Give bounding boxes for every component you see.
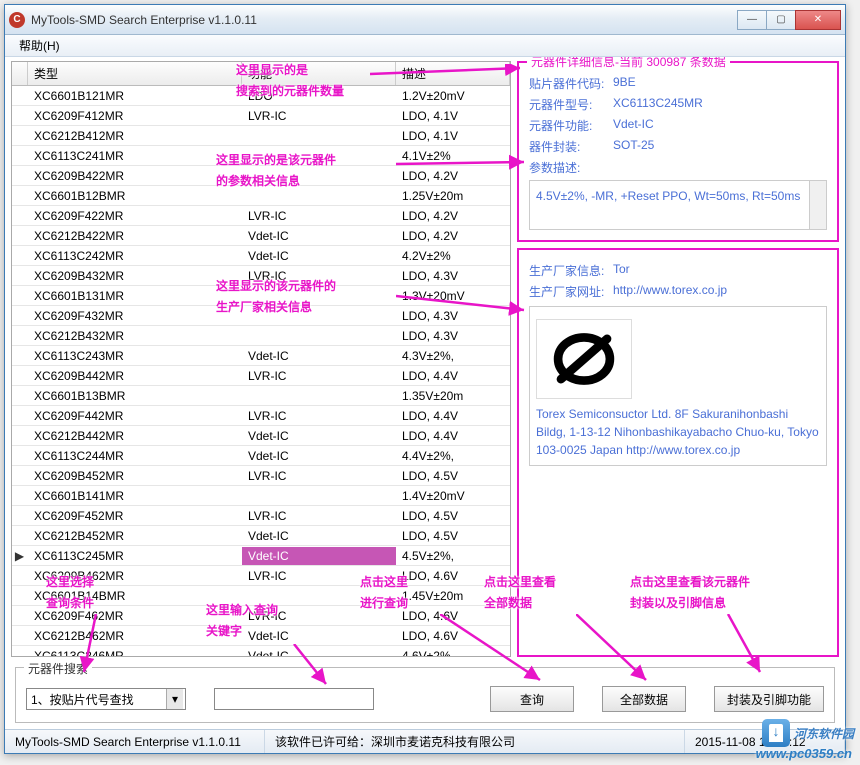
model-value: XC6113C245MR bbox=[613, 96, 827, 113]
mfr-url-value[interactable]: http://www.torex.co.jp bbox=[613, 283, 827, 300]
mfr-url-label: 生产厂家网址: bbox=[529, 283, 613, 300]
app-icon: C bbox=[9, 12, 25, 28]
watermark-url: www.pc0359.cn bbox=[756, 746, 852, 761]
table-row[interactable]: XC6209B452MRLVR-ICLDO, 4.5V bbox=[12, 466, 510, 486]
table-header: 类型 功能 描述 bbox=[12, 62, 510, 86]
table-row[interactable]: XC6209F462MRLVR-ICLDO, 4.6V bbox=[12, 606, 510, 626]
table-row[interactable]: XC6209B442MRLVR-ICLDO, 4.4V bbox=[12, 366, 510, 386]
detail-legend: 元器件详细信息-当前 300987 条数据 bbox=[527, 57, 730, 70]
table-row[interactable]: XC6209B462MRLVR-ICLDO, 4.6V bbox=[12, 566, 510, 586]
table-row[interactable]: XC6209F442MRLVR-ICLDO, 4.4V bbox=[12, 406, 510, 426]
table-row[interactable]: XC6601B121MRLDO1.2V±20mV bbox=[12, 86, 510, 106]
table-row[interactable]: XC6209F422MRLVR-ICLDO, 4.2V bbox=[12, 206, 510, 226]
param-box[interactable]: 4.5V±2%, -MR, +Reset PPO, Wt=50ms, Rt=50… bbox=[529, 180, 827, 230]
table-row[interactable]: XC6601B131MR1.3V±20mV bbox=[12, 286, 510, 306]
col-type[interactable]: 类型 bbox=[28, 62, 242, 85]
table-row[interactable]: XC6209B422MRLDO, 4.2V bbox=[12, 166, 510, 186]
status-mid: 该软件已许可给：深圳市麦诺克科技有限公司 bbox=[265, 730, 685, 753]
pkg-value: SOT-25 bbox=[613, 138, 827, 155]
param-label: 参数描述: bbox=[529, 159, 613, 176]
search-group: 元器件搜索 1、按贴片代号查找 查询 全部数据 封装及引脚功能 bbox=[15, 667, 835, 723]
table-row[interactable]: XC6113C241MR4.1V±2% bbox=[12, 146, 510, 166]
col-func[interactable]: 功能 bbox=[242, 62, 396, 85]
table-row[interactable]: XC6113C243MRVdet-IC4.3V±2%, bbox=[12, 346, 510, 366]
manufacturer-logo bbox=[536, 319, 632, 399]
maximize-button[interactable]: ▢ bbox=[766, 10, 796, 30]
query-button[interactable]: 查询 bbox=[490, 686, 574, 712]
search-type-combo[interactable]: 1、按贴片代号查找 bbox=[26, 688, 186, 710]
table-row[interactable]: XC6212B452MRVdet-ICLDO, 4.5V bbox=[12, 526, 510, 546]
table-row[interactable]: XC6601B13BMR1.35V±20m bbox=[12, 386, 510, 406]
table-row[interactable]: XC6212B442MRVdet-ICLDO, 4.4V bbox=[12, 426, 510, 446]
table-row[interactable]: XC6113C242MRVdet-IC4.2V±2% bbox=[12, 246, 510, 266]
table-row[interactable]: XC6212B432MRLDO, 4.3V bbox=[12, 326, 510, 346]
search-input[interactable] bbox=[214, 688, 374, 710]
table-row[interactable]: XC6209F452MRLVR-ICLDO, 4.5V bbox=[12, 506, 510, 526]
col-desc[interactable]: 描述 bbox=[396, 62, 510, 85]
mfr-info-value: Tor bbox=[613, 262, 827, 279]
table-row[interactable]: XC6113C246MRVdet-IC4.6V±2%, bbox=[12, 646, 510, 657]
table-row[interactable]: ▶XC6113C245MRVdet-IC4.5V±2%, bbox=[12, 546, 510, 566]
status-left: MyTools-SMD Search Enterprise v1.1.0.11 bbox=[5, 730, 265, 753]
minimize-button[interactable]: — bbox=[737, 10, 767, 30]
detail-group: 元器件详细信息-当前 300987 条数据 贴片器件代码:9BE 元器件型号:X… bbox=[517, 61, 839, 242]
table-row[interactable]: XC6601B14BMR1.45V±20m bbox=[12, 586, 510, 606]
func-label: 元器件功能: bbox=[529, 117, 613, 134]
table-row[interactable]: XC6209B432MRLVR-ICLDO, 4.3V bbox=[12, 266, 510, 286]
menubar: 帮助(H) bbox=[5, 35, 845, 57]
titlebar[interactable]: C MyTools-SMD Search Enterprise v1.1.0.1… bbox=[5, 5, 845, 35]
table-row[interactable]: XC6601B141MR1.4V±20mV bbox=[12, 486, 510, 506]
statusbar: MyTools-SMD Search Enterprise v1.1.0.11 … bbox=[5, 729, 845, 753]
table-row[interactable]: XC6601B12BMR1.25V±20m bbox=[12, 186, 510, 206]
manufacturer-address: Torex Semiconsuctor Ltd. 8F Sakuranihonb… bbox=[536, 405, 820, 459]
all-data-button[interactable]: 全部数据 bbox=[602, 686, 686, 712]
menu-help[interactable]: 帮助(H) bbox=[11, 35, 68, 56]
watermark-icon bbox=[762, 719, 790, 747]
table-row[interactable]: XC6212B422MRVdet-ICLDO, 4.2V bbox=[12, 226, 510, 246]
table-row[interactable]: XC6113C244MRVdet-IC4.4V±2%, bbox=[12, 446, 510, 466]
model-label: 元器件型号: bbox=[529, 96, 613, 113]
mfr-info-label: 生产厂家信息: bbox=[529, 262, 613, 279]
close-button[interactable]: ✕ bbox=[795, 10, 841, 30]
code-label: 贴片器件代码: bbox=[529, 75, 613, 92]
search-legend: 元器件搜索 bbox=[24, 660, 92, 677]
pkg-label: 器件封装: bbox=[529, 138, 613, 155]
package-button[interactable]: 封装及引脚功能 bbox=[714, 686, 824, 712]
app-window: C MyTools-SMD Search Enterprise v1.1.0.1… bbox=[4, 4, 846, 754]
watermark: 河东软件园 bbox=[762, 719, 854, 747]
table-row[interactable]: XC6212B462MRVdet-ICLDO, 4.6V bbox=[12, 626, 510, 646]
code-value: 9BE bbox=[613, 75, 827, 92]
parts-table[interactable]: 类型 功能 描述 XC6601B121MRLDO1.2V±20mVXC6209F… bbox=[11, 61, 511, 657]
func-value: Vdet-IC bbox=[613, 117, 827, 134]
table-row[interactable]: XC6209F412MRLVR-ICLDO, 4.1V bbox=[12, 106, 510, 126]
manufacturer-group: 生产厂家信息:Tor 生产厂家网址:http://www.torex.co.jp… bbox=[517, 248, 839, 657]
table-row[interactable]: XC6212B412MRLDO, 4.1V bbox=[12, 126, 510, 146]
table-row[interactable]: XC6209F432MRLDO, 4.3V bbox=[12, 306, 510, 326]
window-title: MyTools-SMD Search Enterprise v1.1.0.11 bbox=[31, 13, 738, 27]
